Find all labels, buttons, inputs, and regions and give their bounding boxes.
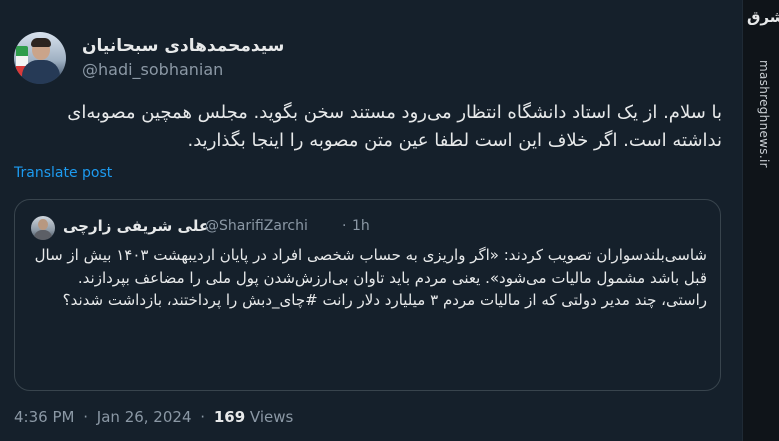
tweet-meta: 4:36 PM · Jan 26, 2024 · 169 Views	[14, 408, 293, 426]
quoted-tweet-text: شاسی‌بلندسواران تصویب کردند: «اگر واریزی…	[31, 244, 707, 312]
quoted-author-avatar[interactable]	[31, 216, 55, 240]
views-label: Views	[249, 408, 294, 426]
publisher-sidebar: مشرق mashreghnews.ir	[742, 0, 779, 441]
meta-separator: ·	[200, 408, 206, 426]
quoted-tweet-paragraph: راستی، چند مدیر دولتی که از مالیات مردم …	[62, 291, 707, 309]
quoted-tweet-paragraph: شاسی‌بلندسواران تصویب کردند: «اگر واریزی…	[34, 246, 707, 287]
quoted-author-handle[interactable]: @SharifiZarchi	[205, 218, 308, 234]
author-handle[interactable]: @hadi_sobhanian	[82, 60, 223, 79]
quoted-author-display-name[interactable]: علی شریفی زارچی	[63, 217, 209, 235]
tweet-time[interactable]: 4:36 PM	[14, 408, 74, 426]
publisher-url: mashreghnews.ir	[757, 60, 771, 168]
quoted-timestamp[interactable]: 1h	[352, 218, 370, 234]
tweet-text: با سلام. از یک استاد دانشگاه انتظار می‌ر…	[67, 102, 722, 151]
views-count: 169	[213, 408, 246, 426]
publisher-logo: مشرق	[747, 8, 779, 26]
quoted-separator: ·	[342, 218, 347, 234]
translate-post-link[interactable]: Translate post	[14, 165, 112, 181]
quoted-tweet-card[interactable]: علی شریفی زارچی @SharifiZarchi · 1h شاسی…	[14, 199, 721, 391]
author-avatar[interactable]	[14, 32, 66, 84]
meta-separator: ·	[83, 408, 89, 426]
author-display-name[interactable]: سیدمحمدهادی سبحانیان	[82, 36, 284, 56]
tweet-date[interactable]: Jan 26, 2024	[97, 408, 192, 426]
